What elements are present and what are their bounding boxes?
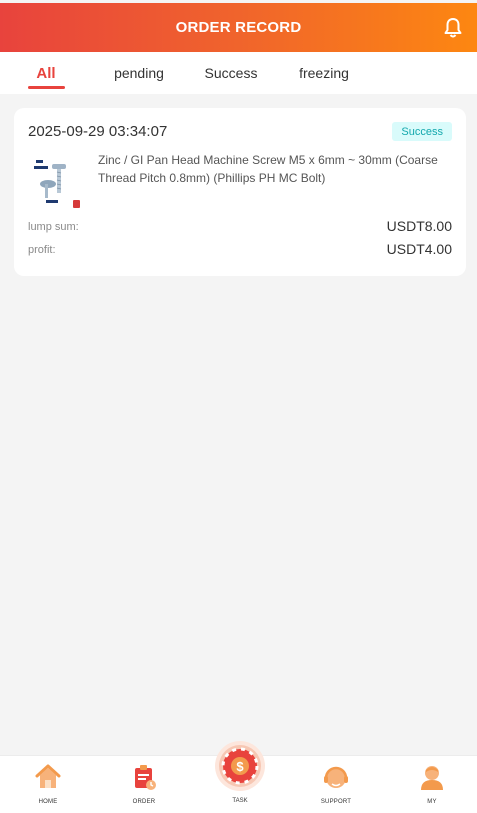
order-card[interactable]: 2025-09-29 03:34:07 Success Zinc / GI Pa… [14,108,466,276]
tab-success[interactable]: Success [200,52,262,94]
order-icon [135,765,156,790]
status-badge: Success [392,122,452,141]
support-icon [324,766,348,788]
nav-my[interactable]: MY [402,756,462,813]
tab-freezing[interactable]: freezing [293,52,355,94]
profit-label: profit: [28,244,56,256]
product-image [28,156,84,212]
nav-order[interactable]: ORDER [114,756,174,813]
active-tab-indicator [28,86,65,89]
header-bar: ORDER RECORD [0,3,477,52]
bell-icon[interactable] [443,17,463,39]
lump-sum-label: lump sum: [28,221,79,233]
nav-order-label: ORDER [132,799,156,805]
page-title: ORDER RECORD [175,19,302,36]
profit-value: USDT4.00 [386,241,452,257]
svg-text:$: $ [236,759,244,774]
nav-support[interactable]: SUPPORT [306,756,366,813]
tab-pending[interactable]: pending [108,52,170,94]
task-icon: $ [219,745,261,787]
order-time: 2025-09-29 03:34:07 [28,123,168,140]
nav-task[interactable]: $ [215,741,265,791]
lump-sum-value: USDT8.00 [386,218,452,234]
product-name: Zinc / GI Pan Head Machine Screw M5 x 6m… [98,153,438,185]
nav-home-label: HOME [38,799,58,805]
home-icon [35,764,61,788]
user-icon [421,766,443,790]
nav-home[interactable]: HOME [18,756,78,813]
nav-my-label: MY [427,799,437,805]
tab-bar: All pending Success freezing [0,52,477,94]
nav-support-label: SUPPORT [320,799,352,805]
nav-task-label: TASK [232,798,248,804]
